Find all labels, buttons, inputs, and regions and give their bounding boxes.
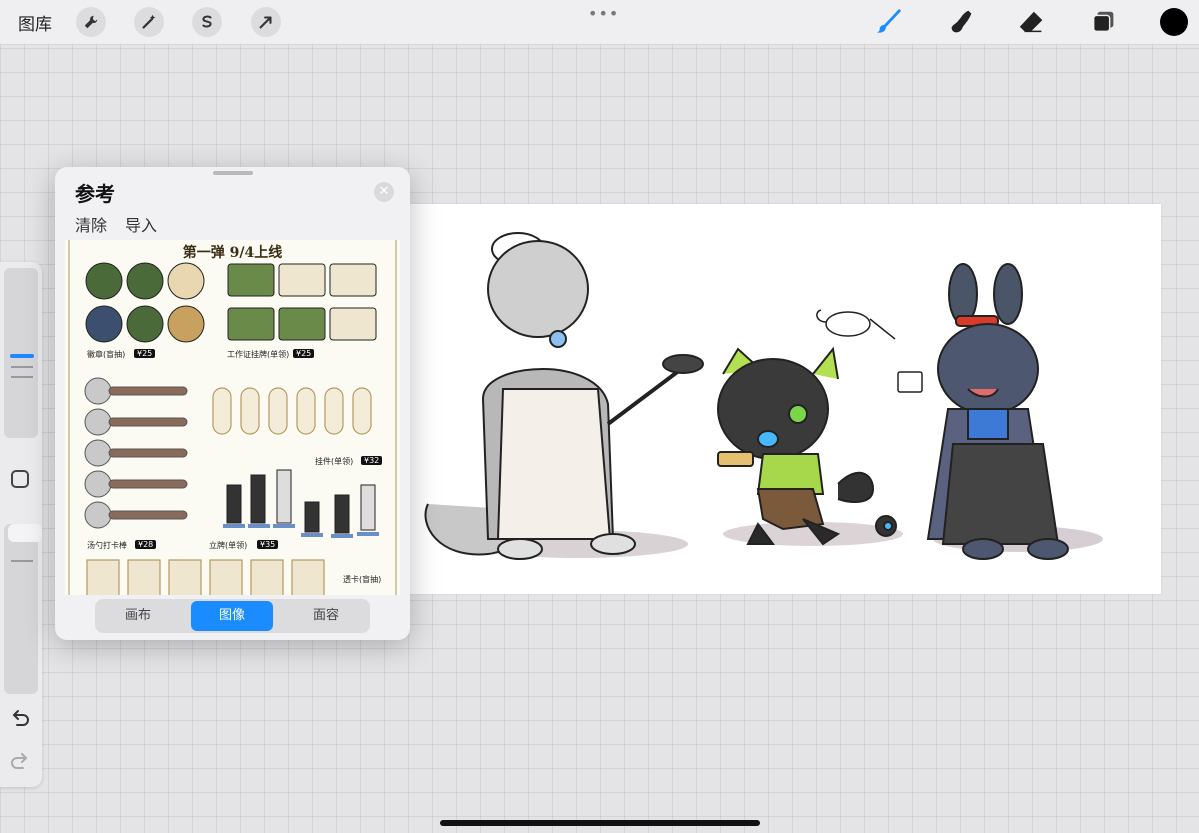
ladle-label: 汤勺打卡棒 [87,541,127,550]
work-tag-price: ¥25 [293,349,315,358]
pendant-price: ¥32 [361,456,383,465]
badges-price: ¥25 [134,349,156,358]
top-toolbar: 图库 ••• [0,0,1199,45]
canvas-artwork [424,232,1103,560]
slider-tick [11,366,33,368]
reference-panel: 参考 ✕ 清除 导入 第一弹 9/4上线 徽章(盲抽) ¥25 工作证挂牌(单领… [55,167,410,640]
drawing-canvas[interactable] [408,204,1161,594]
left-sidebar [0,262,42,787]
black-kitten [717,346,897,546]
more-menu-icon[interactable]: ••• [588,4,619,23]
slider-tick [11,376,33,378]
badges-label: 徽章(盲抽) [87,350,126,359]
stand-label: 立牌(单领) [209,541,248,550]
pendant-label: 挂件(单领) [315,457,354,466]
home-indicator[interactable] [440,820,760,826]
card-label: 透卡(盲抽) [343,575,382,584]
brush-opacity-slider[interactable] [4,524,42,694]
dark-rabbit [926,263,1069,560]
reference-mode-tabs: 画布 图像 面容 [95,599,370,633]
wrench-icon[interactable] [76,7,106,37]
reference-title: 参考 [75,182,115,206]
smudge-icon[interactable] [945,6,977,38]
magic-wand-icon[interactable] [134,7,164,37]
eraser-icon[interactable] [1016,6,1048,38]
snow-leopard-chef [424,232,704,560]
panel-grabber[interactable] [213,171,253,175]
tab-canvas[interactable]: 画布 [97,601,179,631]
layers-icon[interactable] [1088,6,1120,38]
brush-size-slider[interactable] [4,268,38,438]
stand-price: ¥35 [257,540,279,549]
work-tag-label: 工作证挂牌(单领) [227,350,290,359]
brush-size-handle[interactable] [10,354,34,358]
opacity-handle[interactable] [8,524,42,542]
slider-tick [11,560,33,562]
brush-icon[interactable] [873,6,905,38]
ladle-price: ¥28 [135,540,157,549]
import-button[interactable]: 导入 [125,212,157,236]
tab-image[interactable]: 图像 [191,601,273,631]
selection-icon[interactable] [192,7,222,37]
modify-button[interactable] [11,470,29,488]
gallery-button[interactable]: 图库 [18,10,52,35]
reference-image[interactable]: 第一弹 9/4上线 徽章(盲抽) ¥25 工作证挂牌(单领) ¥25 挂件(单领… [65,240,400,595]
undo-icon[interactable] [9,708,31,730]
close-icon[interactable]: ✕ [374,182,394,202]
tab-face[interactable]: 面容 [285,601,367,631]
color-picker-button[interactable] [1160,8,1188,36]
redo-icon[interactable] [9,751,31,773]
sheet-title: 第一弹 9/4上线 [182,245,283,261]
transform-arrow-icon[interactable] [251,7,281,37]
clear-button[interactable]: 清除 [75,212,107,236]
